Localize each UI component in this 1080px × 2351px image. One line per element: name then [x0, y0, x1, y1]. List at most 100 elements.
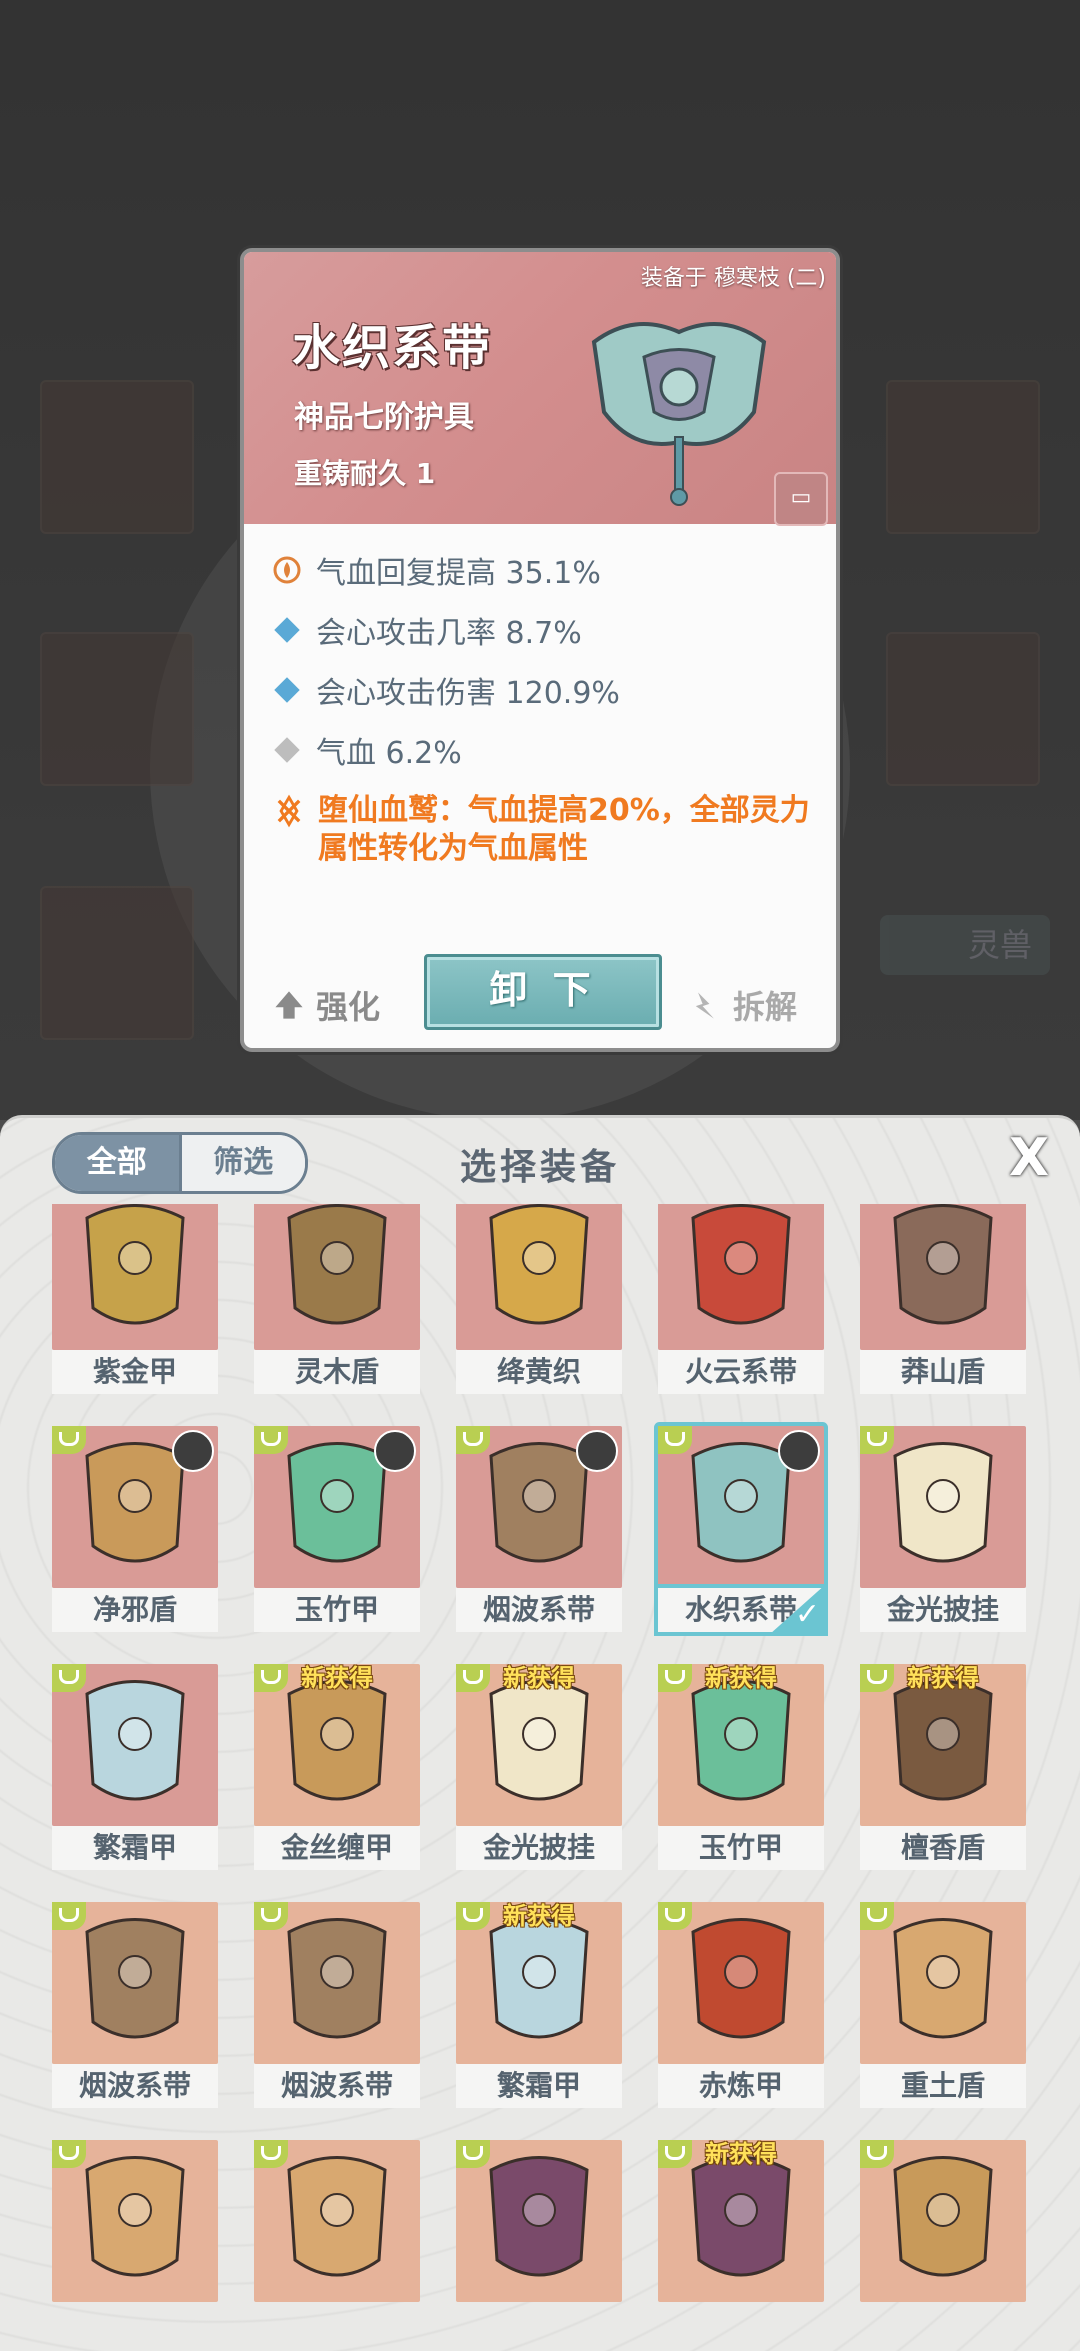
unequip-button[interactable]: 卸 下 — [424, 954, 662, 1030]
armor-art — [691, 1204, 791, 1325]
armor-art — [287, 1204, 387, 1325]
diamond-icon — [274, 737, 300, 763]
armor-type-icon — [254, 1902, 288, 1930]
panel-title: 选择装备 — [459, 1147, 620, 1188]
equipment-item[interactable]: 玉竹甲 — [254, 1426, 420, 1632]
wearer-avatar — [374, 1430, 416, 1472]
wearer-avatar — [778, 1430, 820, 1472]
diamond-icon — [274, 677, 300, 703]
equipment-item-image — [860, 1204, 1026, 1350]
stat-line: 会心攻击几率 8.7% — [272, 608, 582, 652]
belt-item-image — [591, 322, 767, 506]
equipment-item-name: 檀香盾 — [860, 1826, 1026, 1870]
equipment-item-name: 火云系带 — [658, 1350, 824, 1394]
armor-type-icon — [254, 1426, 288, 1454]
strengthen-button[interactable]: 强化 — [272, 982, 380, 1028]
equipment-select-panel: 全部 筛选 选择装备 X 紫金甲 灵木盾 绛黄织 火云系带 莽山盾 净邪盾 玉竹甲 烟波系带水… — [0, 1115, 1080, 2351]
equipment-item[interactable]: 赤炼甲 — [658, 1902, 824, 2108]
special-effect-text: 堕仙血鹫：气血提高20%，全部灵力属性转化为气血属性 — [318, 793, 810, 866]
armor-type-icon — [456, 2140, 490, 2168]
stat-line: 会心攻击伤害 120.9% — [272, 668, 620, 712]
armor-art — [85, 1204, 185, 1325]
stat-text: 气血 6.2% — [316, 736, 462, 771]
equipment-item-name: 灵木盾 — [254, 1350, 420, 1394]
equipment-item[interactable]: 新获得 檀香盾 — [860, 1664, 1026, 1870]
equipment-item[interactable]: 新获得 繁霜甲 — [456, 1902, 622, 2108]
arrow-up-icon — [275, 991, 303, 1019]
equipment-item-name: 莽山盾 — [860, 1350, 1026, 1394]
equipment-item[interactable]: 紫金甲 — [52, 1204, 218, 1394]
equipment-item[interactable]: 绛黄织 — [456, 1204, 622, 1394]
equipment-item-image — [456, 1204, 622, 1350]
decompose-icon — [695, 992, 714, 1019]
item-detail-card: 装备于 穆寒枝 (二) 水织系带 神品七阶护具 重铸耐久 1 ▭ 气血回复提高 … — [240, 248, 840, 1052]
equipment-item-image — [52, 1204, 218, 1350]
new-badge: 新获得 — [705, 1664, 777, 1692]
close-icon[interactable]: X — [1003, 1132, 1055, 1184]
equipment-item[interactable]: 繁霜甲 — [52, 1664, 218, 1870]
equipment-item[interactable]: 净邪盾 — [52, 1426, 218, 1632]
equipment-item[interactable] — [254, 2140, 420, 2346]
new-badge: 新获得 — [705, 2140, 777, 2168]
special-effect: 堕仙血鹫：气血提高20%，全部灵力属性转化为气血属性 — [272, 792, 812, 868]
equipment-item[interactable]: 新获得 — [658, 2140, 824, 2346]
special-effect-icon — [277, 794, 301, 828]
new-badge: 新获得 — [301, 1664, 373, 1692]
equipment-item[interactable] — [860, 2140, 1026, 2346]
decompose-button[interactable]: 拆解 — [689, 982, 797, 1028]
equipment-item-name: 紫金甲 — [52, 1350, 218, 1394]
armor-type-icon — [658, 1426, 692, 1454]
armor-type-icon — [456, 1426, 490, 1454]
armor-type-icon — [860, 1426, 894, 1454]
new-badge: 新获得 — [907, 1664, 979, 1692]
item-grade: 神品七阶护具 — [294, 400, 474, 435]
decompose-label: 拆解 — [733, 988, 798, 1026]
armor-art — [489, 1204, 589, 1325]
armor-type-icon — [52, 2140, 86, 2168]
armor-type-icon — [860, 1902, 894, 1930]
equipment-item[interactable]: 灵木盾 — [254, 1204, 420, 1394]
stat-text: 会心攻击几率 8.7% — [316, 616, 582, 651]
new-badge: 新获得 — [503, 1902, 575, 1930]
lock-icon[interactable]: ▭ — [774, 472, 828, 526]
equipment-item[interactable]: 烟波系带 — [456, 1426, 622, 1632]
equipment-item[interactable]: 烟波系带 — [52, 1902, 218, 2108]
new-badge: 新获得 — [503, 1664, 575, 1692]
equipment-item-name: 玉竹甲 — [658, 1826, 824, 1870]
equipment-item[interactable]: 金光披挂 — [860, 1426, 1026, 1632]
equipment-item[interactable]: 重土盾 — [860, 1902, 1026, 2108]
stat-text: 气血回复提高 35.1% — [316, 556, 601, 591]
card-header: 装备于 穆寒枝 (二) 水织系带 神品七阶护具 重铸耐久 1 ▭ — [244, 252, 836, 526]
equipment-item[interactable]: 莽山盾 — [860, 1204, 1026, 1394]
armor-type-icon — [658, 1902, 692, 1930]
diamond-icon — [274, 617, 300, 643]
wearer-avatar — [576, 1430, 618, 1472]
equipment-item-name: 烟波系带 — [254, 2064, 420, 2108]
equipment-item-name: 净邪盾 — [52, 1588, 218, 1632]
equipment-item-name: 烟波系带 — [52, 2064, 218, 2108]
armor-type-icon — [254, 2140, 288, 2168]
item-recast: 重铸耐久 1 — [294, 457, 436, 490]
equipment-item[interactable]: 烟波系带 — [254, 1902, 420, 2108]
equipment-item-name: 繁霜甲 — [52, 1826, 218, 1870]
equipment-item[interactable]: 火云系带 — [658, 1204, 824, 1394]
equipment-item[interactable]: 新获得 玉竹甲 — [658, 1664, 824, 1870]
equipment-item-name: 金光披挂 — [860, 1588, 1026, 1632]
equipment-item-name: 玉竹甲 — [254, 1588, 420, 1632]
equipment-item-name: 赤炼甲 — [658, 2064, 824, 2108]
equipment-item-name: 繁霜甲 — [456, 2064, 622, 2108]
equipment-item-image — [658, 1204, 824, 1350]
equipment-item[interactable]: 水织系带 ✓ — [658, 1426, 826, 1634]
equipment-item-name: 绛黄织 — [456, 1350, 622, 1394]
equipment-item[interactable]: 新获得 金光披挂 — [456, 1664, 622, 1870]
equipment-item[interactable] — [456, 2140, 622, 2346]
equipped-on-label: 装备于 穆寒枝 (二) — [640, 266, 826, 291]
equipment-item[interactable]: 新获得 金丝缠甲 — [254, 1664, 420, 1870]
armor-type-icon — [52, 1664, 86, 1692]
stat-line: 气血 6.2% — [272, 728, 462, 772]
recovery-icon — [273, 556, 301, 584]
equipment-item-name: 重土盾 — [860, 2064, 1026, 2108]
equipment-item-name: 金丝缠甲 — [254, 1826, 420, 1870]
equipment-item[interactable] — [52, 2140, 218, 2346]
armor-art — [893, 1204, 993, 1325]
